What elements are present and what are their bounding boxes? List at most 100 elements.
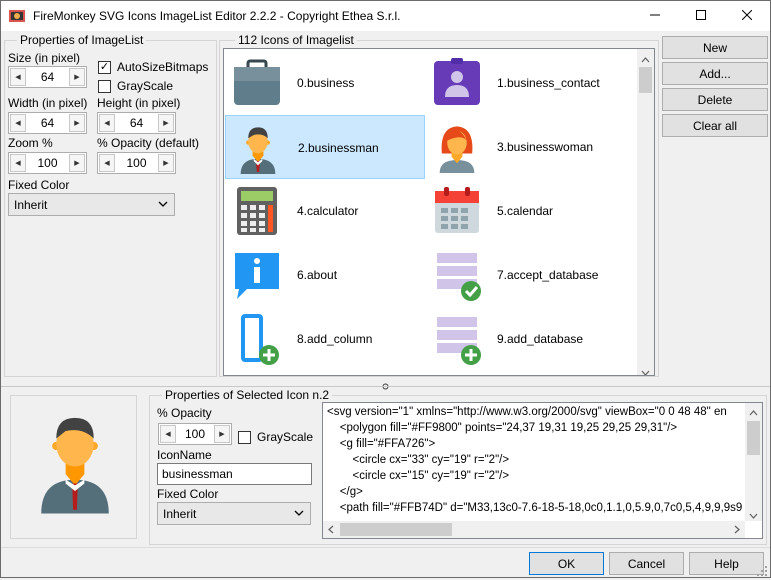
clear-all-button[interactable]: Clear all <box>662 114 768 137</box>
list-item-selected[interactable]: 2.businessman <box>225 115 425 179</box>
add-database-icon <box>431 313 483 365</box>
code-hscrollbar[interactable] <box>323 521 745 538</box>
help-button[interactable]: Help <box>689 552 764 575</box>
code-line: <g fill="#FFA726"> <box>327 438 436 450</box>
close-button[interactable] <box>724 1 770 31</box>
list-item[interactable]: 6.about <box>225 243 425 307</box>
height-spinbox[interactable]: ◀ 64 ▶ <box>97 112 176 134</box>
chevron-down-icon <box>158 198 168 213</box>
increment-icon[interactable]: ▶ <box>69 68 85 86</box>
add-button[interactable]: Add... <box>662 62 768 85</box>
increment-icon[interactable]: ▶ <box>214 425 230 443</box>
width-spinbox[interactable]: ◀ 64 ▶ <box>8 112 87 134</box>
opacity-default-value[interactable]: 100 <box>116 156 157 170</box>
icon-name: 6.about <box>297 268 338 282</box>
iconname-label: IconName <box>157 448 212 462</box>
list-item[interactable]: 0.business <box>225 51 425 115</box>
selected-icon-preview <box>10 395 137 539</box>
zoom-value[interactable]: 100 <box>27 156 68 170</box>
list-item[interactable]: 8.add_column <box>225 307 425 371</box>
scroll-up-icon[interactable] <box>641 52 650 66</box>
opacity-spinbox[interactable]: ◀ 100 ▶ <box>158 423 232 445</box>
icon-name: 8.add_column <box>297 332 373 346</box>
cancel-button[interactable]: Cancel <box>609 552 684 575</box>
grayscale-label: GrayScale <box>117 79 174 93</box>
decrement-icon[interactable]: ◀ <box>160 425 176 443</box>
icon-name: 0.business <box>297 76 355 90</box>
contact-card-icon <box>431 57 483 109</box>
list-item[interactable]: 7.accept_database <box>425 243 625 307</box>
iconname-input[interactable]: businessman <box>157 463 312 485</box>
close-icon <box>741 9 753 23</box>
delete-button[interactable]: Delete <box>662 88 768 111</box>
code-line: <circle cx="33" cy="19" r="2"/> <box>327 454 510 466</box>
decrement-icon[interactable]: ◀ <box>10 68 26 86</box>
businessman-icon <box>232 122 284 174</box>
grayscale-checkbox[interactable]: GrayScale <box>98 79 173 93</box>
decrement-icon[interactable]: ◀ <box>99 114 115 132</box>
increment-icon[interactable]: ▶ <box>69 114 85 132</box>
minimize-icon <box>650 9 660 23</box>
splitter[interactable] <box>1 378 770 390</box>
scroll-left-icon[interactable] <box>328 525 334 537</box>
opacity-default-spinbox[interactable]: ◀ 100 ▶ <box>97 152 176 174</box>
checkbox-checked-icon[interactable]: ✓ <box>98 60 111 74</box>
increment-icon[interactable]: ▶ <box>158 114 174 132</box>
code-line: <path fill="#FFB74D" d="M33,13c0-7.6-18-… <box>327 502 743 514</box>
list-item[interactable]: 4.calculator <box>225 179 425 243</box>
scroll-down-icon[interactable] <box>641 365 650 375</box>
code-line: <svg version="1" xmlns="http://www.w3.or… <box>327 406 727 418</box>
fixed-color-value: Inherit <box>14 197 48 212</box>
footer-divider <box>1 547 770 548</box>
add-column-icon <box>231 313 283 365</box>
decrement-icon[interactable]: ◀ <box>10 154 26 172</box>
svg-code-editor[interactable]: <svg version="1" xmlns="http://www.w3.or… <box>322 402 763 539</box>
scroll-thumb[interactable] <box>340 523 452 536</box>
opacity-value[interactable]: 100 <box>177 427 213 441</box>
calendar-icon <box>431 185 483 237</box>
height-label: Height (in pixel) <box>97 96 181 110</box>
icon-fixed-color-label: Fixed Color <box>157 487 219 501</box>
list-item[interactable]: 1.business_contact <box>425 51 625 115</box>
window-title: FireMonkey SVG Icons ImageList Editor 2.… <box>33 9 401 23</box>
maximize-button[interactable] <box>678 1 724 31</box>
icon-list-scrollbar[interactable] <box>637 49 654 375</box>
scroll-right-icon[interactable] <box>734 525 740 537</box>
accept-database-icon <box>431 249 483 301</box>
scroll-thumb[interactable] <box>639 67 652 93</box>
new-button[interactable]: New <box>662 36 768 59</box>
checkbox-unchecked-icon[interactable] <box>238 430 251 444</box>
scroll-down-icon[interactable] <box>749 510 758 522</box>
opacity-default-label: % Opacity (default) <box>97 136 200 150</box>
fixed-color-select[interactable]: Inherit <box>8 193 175 216</box>
list-item[interactable]: 5.calendar <box>425 179 625 243</box>
scroll-thumb[interactable] <box>747 421 760 455</box>
selected-icon-legend: Properties of Selected Icon n.2 <box>162 388 333 402</box>
icon-fixed-color-select[interactable]: Inherit <box>157 502 311 525</box>
icon-grayscale-checkbox[interactable]: GrayScale <box>238 430 313 444</box>
increment-icon[interactable]: ▶ <box>158 154 174 172</box>
chevron-down-icon <box>294 507 304 522</box>
decrement-icon[interactable]: ◀ <box>10 114 26 132</box>
opacity-label: % Opacity <box>157 406 212 420</box>
icon-name: 2.businessman <box>298 141 379 155</box>
businesswoman-icon <box>431 121 483 173</box>
zoom-spinbox[interactable]: ◀ 100 ▶ <box>8 152 87 174</box>
height-value[interactable]: 64 <box>116 116 157 130</box>
width-value[interactable]: 64 <box>27 116 68 130</box>
width-label: Width (in pixel) <box>8 96 88 110</box>
list-item[interactable]: 3.businesswoman <box>425 115 625 179</box>
minimize-button[interactable] <box>632 1 678 31</box>
ok-button[interactable]: OK <box>529 552 604 575</box>
autosize-checkbox[interactable]: ✓ AutoSizeBitmaps <box>98 60 208 74</box>
size-value[interactable]: 64 <box>27 70 68 84</box>
checkbox-unchecked-icon[interactable] <box>98 79 111 93</box>
list-item[interactable]: 9.add_database <box>425 307 625 371</box>
scroll-up-icon[interactable] <box>749 407 758 419</box>
size-spinbox[interactable]: ◀ 64 ▶ <box>8 66 87 88</box>
increment-icon[interactable]: ▶ <box>69 154 85 172</box>
icon-list[interactable]: 0.business 1.business_contact 2.business… <box>223 48 655 376</box>
decrement-icon[interactable]: ◀ <box>99 154 115 172</box>
calculator-icon <box>231 185 283 237</box>
code-vscrollbar[interactable] <box>745 403 762 521</box>
